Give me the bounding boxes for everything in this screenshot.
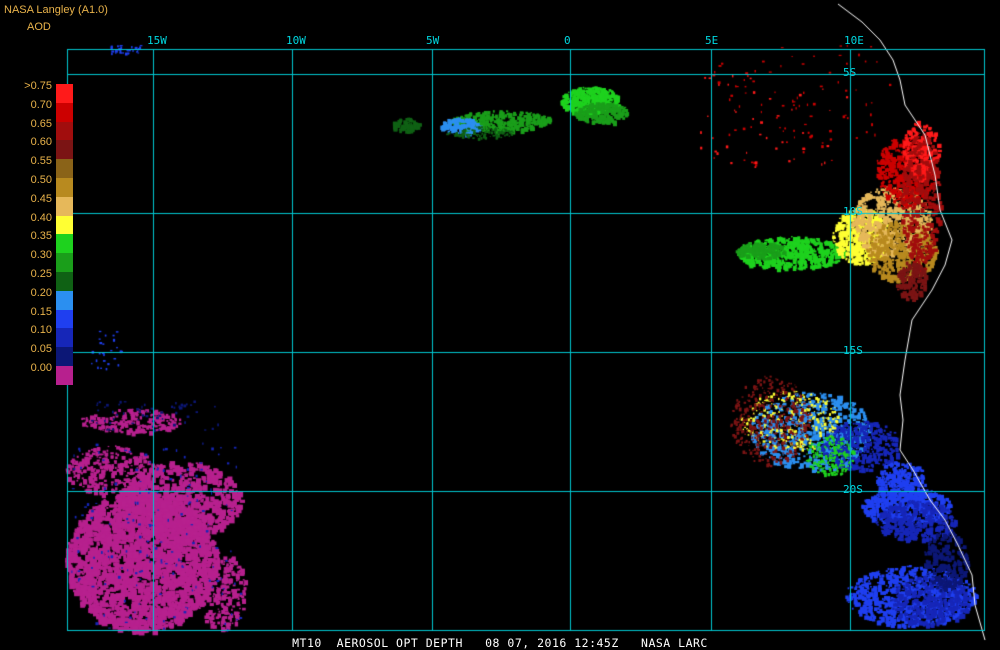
legend-swatch [56, 102, 73, 123]
legend-swatch [56, 309, 73, 329]
longitude-label: 10E [844, 34, 864, 47]
legend-label: 0.70 [30, 98, 52, 111]
legend-swatch [56, 121, 73, 141]
latitude-label: 15S [843, 344, 863, 357]
longitude-label: 10W [286, 34, 306, 47]
legend-label: 0.10 [30, 324, 52, 337]
legend-swatch [56, 84, 73, 104]
legend-swatch [56, 366, 73, 386]
legend-swatch [56, 328, 73, 348]
legend-label: 0.20 [30, 286, 52, 299]
longitude-label: 15W [147, 34, 167, 47]
legend-swatch [56, 347, 73, 367]
legend-swatch [56, 196, 73, 217]
legend-label: 0.00 [30, 362, 52, 374]
latitude-label: 20S [843, 483, 863, 496]
legend-label: 0.45 [30, 192, 52, 205]
longitude-label: 5W [426, 34, 440, 47]
legend-swatch [56, 272, 73, 292]
legend-label: 0.65 [30, 117, 52, 130]
legend-swatch [56, 140, 73, 160]
legend-swatch [56, 234, 73, 254]
latitude-label: 10S [843, 205, 863, 218]
legend-label: 0.15 [30, 305, 52, 318]
legend-label: 0.40 [30, 211, 52, 224]
legend-label: >0.75 [24, 80, 52, 92]
parameter-label: AOD [27, 21, 51, 33]
legend-label: 0.55 [30, 155, 52, 168]
legend-label: 0.35 [30, 230, 52, 243]
legend-swatch [56, 290, 73, 311]
latitude-label: 5S [843, 66, 857, 79]
legend-label: 0.05 [30, 343, 52, 356]
legend-label: 0.25 [30, 268, 52, 280]
legend-swatch [56, 159, 73, 179]
legend-label: 0.60 [30, 136, 52, 149]
longitude-label: 0 [564, 34, 571, 47]
legend-swatch [56, 215, 73, 235]
legend-label: 0.50 [30, 174, 52, 186]
aod-map-canvas [0, 0, 1000, 650]
legend-label: 0.30 [30, 249, 52, 262]
image-caption: MT10 AEROSOL OPT DEPTH 08 07, 2016 12:45… [292, 636, 708, 650]
legend-swatch [56, 178, 73, 198]
source-title: NASA Langley (A1.0) [4, 4, 108, 16]
longitude-label: 5E [705, 34, 719, 47]
legend-swatch [56, 253, 73, 273]
